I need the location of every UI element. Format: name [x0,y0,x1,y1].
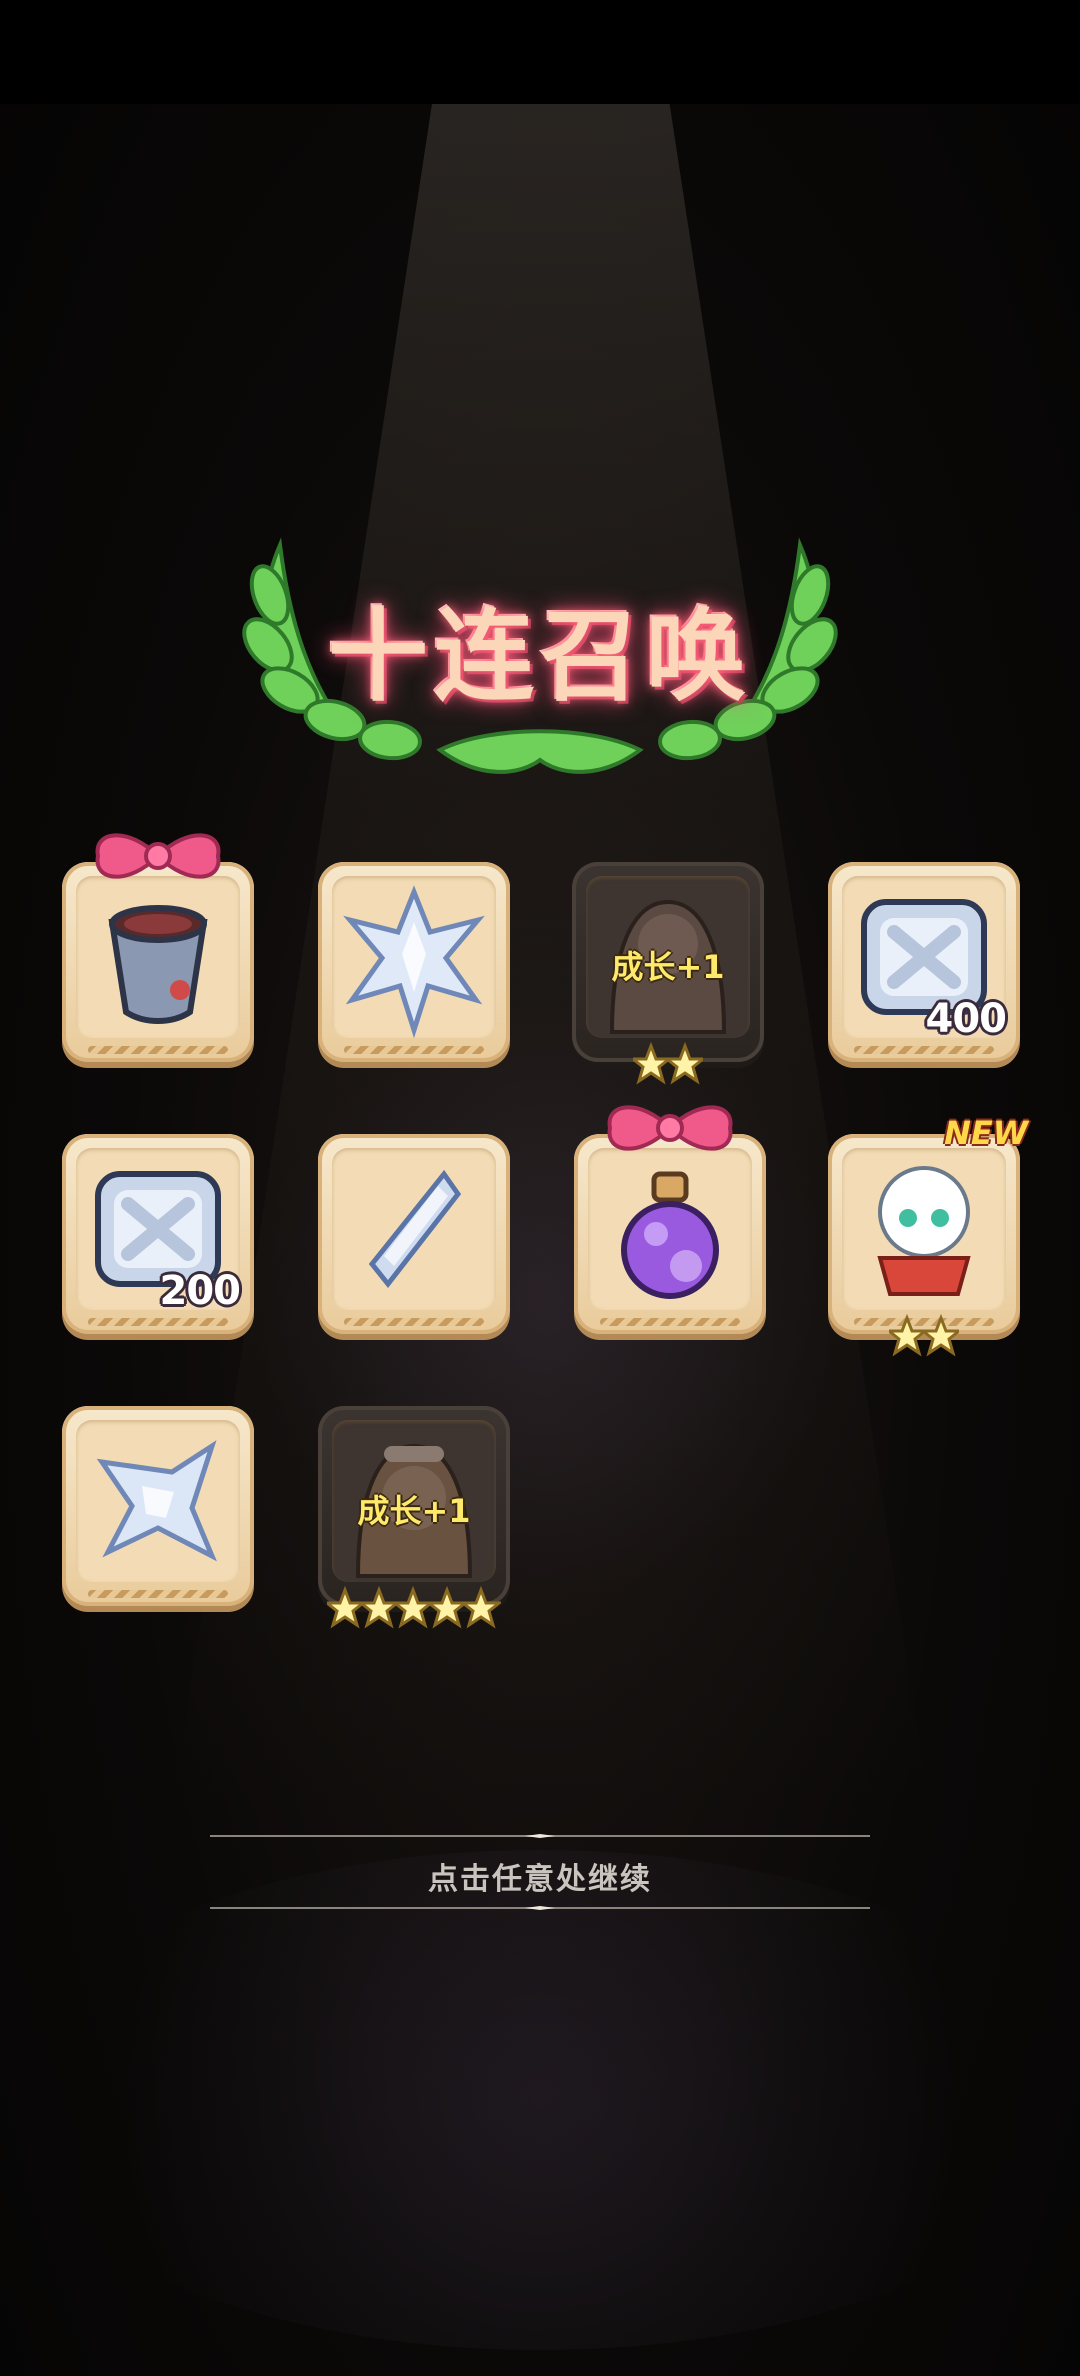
continue-prompt[interactable]: 点击任意处继续 [0,1854,1080,1898]
crystal-shuriken-icon [96,1440,217,1562]
title-text: 十连召唤 [328,597,752,715]
star-icon [322,1585,504,1629]
reward-card-potion[interactable] [574,1105,766,1334]
star-icon [884,1313,964,1357]
potion-icon [621,1171,719,1299]
star-icon [628,1041,708,1085]
new-badge: NEW [944,1114,1028,1152]
quantity-label: 200 [159,1268,241,1314]
title-banner: 十连召唤 [240,535,840,785]
reward-card-crystal-shuriken[interactable] [62,1406,254,1606]
reward-card-gift-cup[interactable] [62,833,254,1062]
reward-card-snowman-hero[interactable]: NEW [828,1114,1028,1357]
growth-label: 成长+1 [611,948,725,986]
star-rating-5 [318,1585,510,1632]
reward-card-growth-orange[interactable]: 成长+1 [268,1356,560,1656]
star-rating-2 [572,1041,764,1088]
background-floor-shadow [0,1850,1080,2350]
reward-card-ticket-400[interactable]: 400 [828,862,1020,1062]
growth-label: 成长+1 [357,1492,471,1530]
gacha-result-screen[interactable]: 十连召唤 成长+1 400 200 NEW 成长+1 点击任意处继续 [0,0,1080,2376]
status-bar-area [0,0,1080,104]
reward-card-ticket-200[interactable]: 200 [62,1134,254,1334]
reward-card-crystal-shard[interactable] [318,1134,510,1334]
reward-card-growth-green[interactable]: 成长+1 [522,812,814,1112]
snowman-hero-icon [877,1166,971,1296]
cup-icon [108,905,208,1024]
crystal-star-icon [343,885,485,1039]
crystal-shard-icon [368,1169,462,1289]
divider-bottom [210,1906,870,1910]
quantity-label: 400 [925,996,1007,1042]
divider-top [210,1834,870,1838]
reward-card-crystal-star[interactable] [318,862,510,1062]
star-rating-2 [828,1313,1020,1360]
